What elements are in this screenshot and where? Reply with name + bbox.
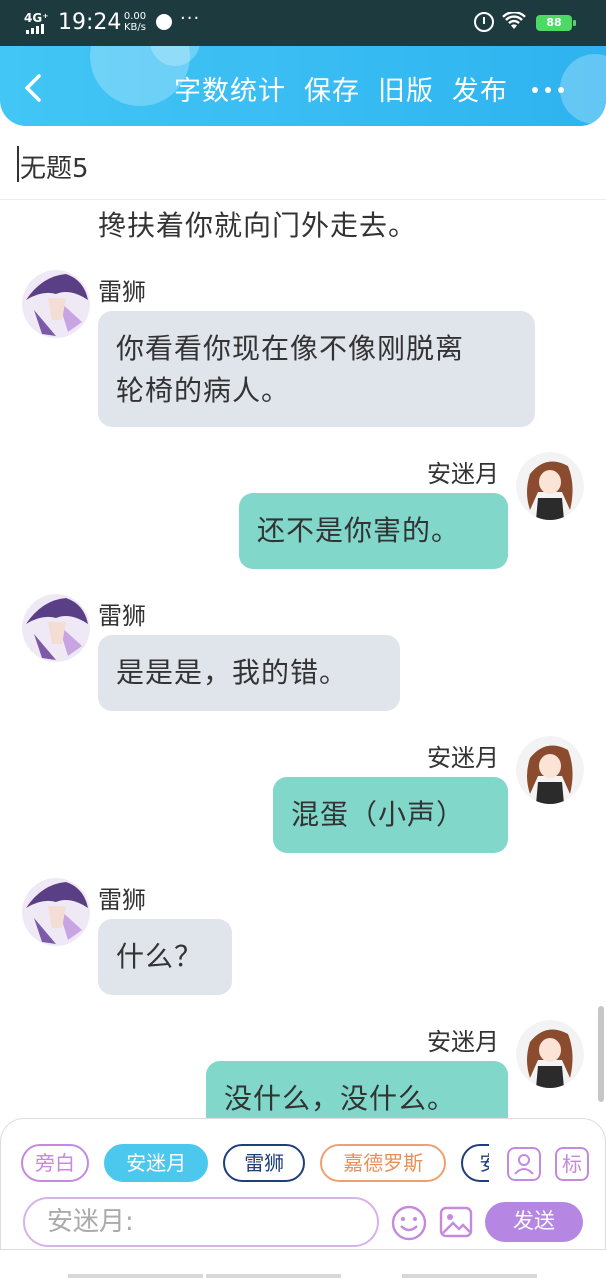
send-button[interactable]: 发送 bbox=[485, 1202, 583, 1242]
alarm-icon bbox=[474, 12, 494, 32]
composer-panel: 旁白 安迷月 雷狮 嘉德罗斯 安 标 发送 bbox=[0, 1118, 606, 1250]
avatar-anmiyue[interactable] bbox=[516, 736, 584, 804]
header-actions: 字数统计 保存 旧版 发布 bbox=[174, 74, 508, 110]
avatar-anmiyue[interactable] bbox=[516, 1020, 584, 1088]
navigation-bar bbox=[0, 1250, 606, 1280]
message-bubble[interactable]: 没什么，没什么。 bbox=[206, 1061, 508, 1120]
avatar-leishi[interactable] bbox=[22, 270, 90, 338]
publish-button[interactable]: 发布 bbox=[452, 74, 508, 110]
more-icon[interactable] bbox=[532, 84, 566, 96]
message-bubble[interactable]: 是是是，我的错。 bbox=[98, 635, 400, 711]
network-type: 4G⁺ bbox=[24, 11, 49, 25]
signal-icon bbox=[26, 24, 48, 34]
character-selector[interactable]: 旁白 安迷月 雷狮 嘉德罗斯 安 bbox=[21, 1144, 489, 1186]
character-chip-partial[interactable]: 安 bbox=[461, 1144, 489, 1182]
avatar-anmiyue[interactable] bbox=[516, 452, 584, 520]
old-version-button[interactable]: 旧版 bbox=[378, 74, 434, 110]
message-bubble[interactable]: 混蛋（小声） bbox=[273, 777, 508, 853]
character-chip-narrator[interactable]: 旁白 bbox=[21, 1144, 89, 1182]
status-bar: 4G⁺ 19:24 0.00 KB/s ··· 88 bbox=[0, 0, 606, 46]
document-title[interactable]: 无题5 bbox=[20, 148, 89, 185]
wifi-icon bbox=[502, 12, 526, 29]
clock: 19:24 bbox=[58, 10, 122, 35]
scrollbar[interactable] bbox=[598, 1006, 604, 1102]
text-caret bbox=[17, 146, 19, 182]
narration-text[interactable]: 搀扶着你就向门外走去。 bbox=[98, 204, 417, 244]
emoji-icon[interactable] bbox=[391, 1205, 427, 1241]
decor-bubble bbox=[560, 54, 606, 124]
speaker-name: 安迷月 bbox=[427, 460, 499, 488]
image-icon[interactable] bbox=[439, 1205, 473, 1239]
avatar-leishi[interactable] bbox=[22, 878, 90, 946]
chat-area[interactable]: 搀扶着你就向门外走去。 雷狮 你看看你现在像不像刚脱离 轮椅的病人。 安迷月 还… bbox=[0, 200, 606, 1120]
avatar-leishi[interactable] bbox=[22, 594, 90, 662]
back-icon[interactable] bbox=[16, 70, 52, 106]
net-speed: 0.00 KB/s bbox=[123, 11, 147, 33]
speaker-name: 雷狮 bbox=[98, 602, 146, 630]
speaker-name: 雷狮 bbox=[98, 886, 146, 914]
more-notifications-icon: ··· bbox=[180, 8, 201, 29]
speaker-name: 雷狮 bbox=[98, 278, 146, 306]
message-bubble[interactable]: 还不是你害的。 bbox=[239, 493, 508, 569]
message-bubble[interactable]: 你看看你现在像不像刚脱离 轮椅的病人。 bbox=[98, 311, 535, 427]
character-chip-anmiyue[interactable]: 安迷月 bbox=[104, 1144, 209, 1182]
tag-button[interactable]: 标 bbox=[555, 1147, 589, 1181]
manage-characters-icon[interactable] bbox=[507, 1147, 541, 1181]
message-bubble[interactable]: 什么？ bbox=[98, 919, 232, 995]
speaker-name: 安迷月 bbox=[427, 1028, 499, 1056]
character-chip-jiadeluosi[interactable]: 嘉德罗斯 bbox=[320, 1144, 447, 1182]
word-count-button[interactable]: 字数统计 bbox=[174, 74, 286, 110]
message-input[interactable] bbox=[23, 1197, 379, 1247]
app-header: 字数统计 保存 旧版 发布 bbox=[0, 46, 606, 126]
character-chip-leishi[interactable]: 雷狮 bbox=[223, 1144, 306, 1182]
battery-icon: 88 bbox=[536, 15, 576, 31]
save-button[interactable]: 保存 bbox=[304, 74, 360, 110]
speaker-name: 安迷月 bbox=[427, 744, 499, 772]
app-notification-icon bbox=[156, 14, 172, 30]
title-field[interactable]: 无题5 bbox=[0, 126, 606, 200]
